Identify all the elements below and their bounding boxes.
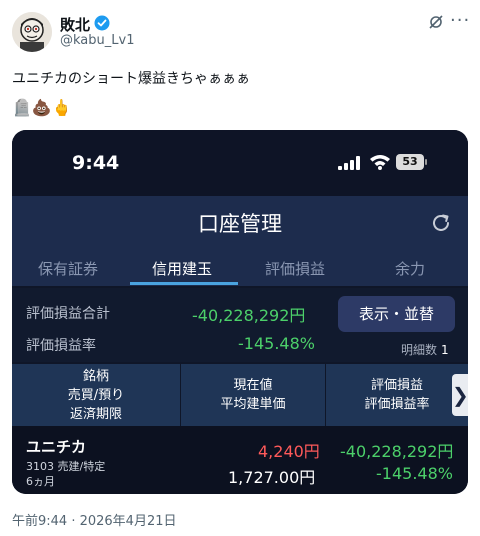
detail-count-value: 1 bbox=[441, 343, 449, 357]
header-pl-rate: 評価損益率 bbox=[364, 397, 430, 412]
header-pl: 評価損益 bbox=[370, 378, 423, 393]
header-col-pl[interactable]: 評価損益 評価損益率 bbox=[326, 376, 468, 414]
page-title: 口座管理 bbox=[198, 212, 282, 236]
phone-time: 9:44 bbox=[72, 152, 120, 174]
stock-period: 6ヵ月 bbox=[26, 475, 55, 488]
total-pl-value: -40,228,292円 bbox=[192, 306, 306, 325]
total-pl-label: 評価損益合計 bbox=[26, 306, 110, 322]
tweet-emojis: 🪦💩🖕 bbox=[12, 98, 72, 117]
detail-count-label: 明細数 bbox=[401, 343, 438, 357]
pl-rate-value: -145.48% bbox=[238, 334, 315, 353]
scroll-right-icon[interactable]: ❯ bbox=[452, 374, 468, 416]
tab-buying-power[interactable]: 余力 bbox=[395, 258, 425, 279]
row-pl-value: -40,228,292円 bbox=[340, 442, 454, 461]
tab-margin-positions[interactable]: 信用建玉 bbox=[152, 258, 212, 279]
current-price: 4,240円 bbox=[258, 442, 320, 461]
detail-count: 明細数 1 bbox=[401, 341, 449, 358]
refresh-icon[interactable] bbox=[430, 212, 452, 234]
pl-rate-label: 評価損益率 bbox=[26, 338, 96, 354]
avatar[interactable] bbox=[12, 12, 52, 52]
battery-icon bbox=[425, 159, 427, 165]
username[interactable]: 敗北 bbox=[60, 14, 90, 35]
grok-icon[interactable] bbox=[428, 14, 444, 30]
tab-valuation[interactable]: 評価損益 bbox=[265, 258, 325, 279]
display-sort-button[interactable]: 表示・並替 bbox=[338, 296, 455, 332]
header-avg-price: 平均建単価 bbox=[220, 397, 286, 412]
wifi-icon bbox=[370, 155, 390, 170]
stock-code-type: 3103 売建/特定 bbox=[26, 460, 106, 473]
avg-price: 1,727.00円 bbox=[228, 468, 316, 487]
header-stock-name: 銘柄 bbox=[82, 369, 109, 384]
stock-name[interactable]: ユニチカ bbox=[26, 436, 86, 457]
tweet-image[interactable]: 9:44 53 口座管理 保有証券 信用建玉 評価損益 余力 評価損益合計 -4… bbox=[12, 130, 468, 494]
tab-holdings[interactable]: 保有証券 bbox=[38, 258, 98, 279]
tweet-timestamp[interactable]: 午前9:44 · 2026年4月21日 bbox=[12, 510, 177, 529]
active-tab-indicator bbox=[130, 282, 238, 285]
verified-badge-icon bbox=[94, 15, 110, 31]
more-options-icon[interactable]: ··· bbox=[450, 10, 470, 31]
tweet-text: ユニチカのショート爆益きちゃぁぁぁ bbox=[12, 71, 250, 87]
header-current-price: 現在値 bbox=[233, 378, 273, 393]
cellular-signal-icon bbox=[338, 156, 360, 170]
battery-level: 53 bbox=[396, 154, 424, 170]
header-col-price[interactable]: 現在値 平均建単価 bbox=[181, 376, 325, 414]
header-col-stock[interactable]: 銘柄 売買/預り 返済期限 bbox=[12, 367, 180, 424]
user-handle[interactable]: @kabu_Lv1 bbox=[60, 33, 134, 48]
row-pl-rate: -145.48% bbox=[376, 464, 453, 483]
header-trade-type: 売買/預り bbox=[67, 388, 125, 403]
header-due-date: 返済期限 bbox=[69, 407, 122, 422]
